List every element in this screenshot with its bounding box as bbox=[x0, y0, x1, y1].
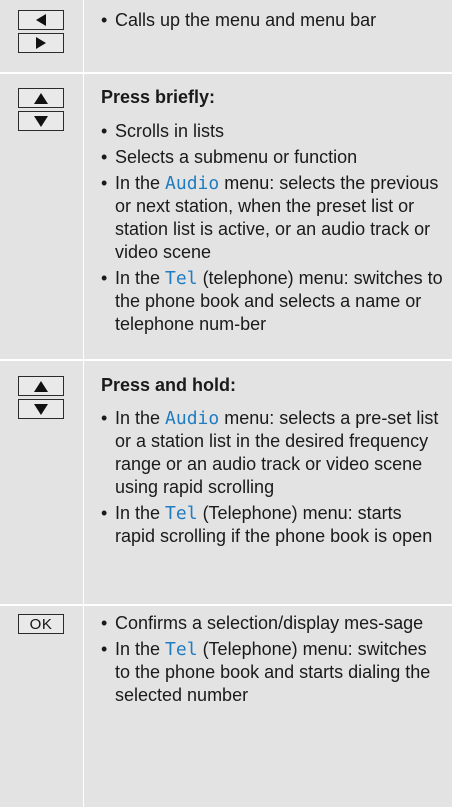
right-arrow-icon bbox=[18, 33, 64, 53]
menu-name: Tel bbox=[165, 639, 198, 660]
bullet-list: Confirms a selection/display mes-sage In… bbox=[101, 612, 444, 707]
left-arrow-icon bbox=[18, 10, 64, 30]
down-arrow-icon bbox=[18, 111, 64, 131]
bullet-list: In the Audio menu: selects a pre-set lis… bbox=[101, 407, 444, 548]
bullet-list: Scrolls in lists Selects a submenu or fu… bbox=[101, 120, 444, 336]
menu-name: Tel bbox=[165, 268, 198, 289]
key-function-table: Calls up the menu and menu bar Press bri… bbox=[0, 0, 452, 807]
item-text: Selects a submenu or function bbox=[115, 147, 358, 167]
list-item: Calls up the menu and menu bar bbox=[101, 9, 444, 32]
list-item: In the Tel (telephone) menu: switches to… bbox=[101, 267, 444, 336]
list-item: Scrolls in lists bbox=[101, 120, 444, 143]
item-text: Scrolls in lists bbox=[115, 121, 225, 141]
list-item: In the Tel (Telephone) menu: switches to… bbox=[101, 638, 444, 707]
row-ok: OK Confirms a selection/display mes-sage… bbox=[0, 606, 452, 807]
item-text: In the bbox=[115, 173, 166, 193]
row-left-right: Calls up the menu and menu bar bbox=[0, 0, 452, 72]
list-item: In the Tel (Telephone) menu: starts rapi… bbox=[101, 502, 444, 548]
key-column: OK bbox=[0, 606, 83, 807]
list-item: Selects a submenu or function bbox=[101, 146, 444, 169]
row-content: Confirms a selection/display mes-sage In… bbox=[101, 612, 444, 707]
up-arrow-icon bbox=[18, 376, 64, 396]
list-item: In the Audio menu: selects a pre-set lis… bbox=[101, 407, 444, 499]
down-arrow-icon bbox=[18, 399, 64, 419]
column-divider bbox=[83, 74, 84, 359]
row-content: Press briefly: Scrolls in lists Selects … bbox=[101, 86, 444, 336]
item-text: In the bbox=[115, 268, 166, 288]
row-content: Calls up the menu and menu bar bbox=[101, 9, 444, 32]
row-press-briefly: Press briefly: Scrolls in lists Selects … bbox=[0, 74, 452, 359]
menu-name: Audio bbox=[165, 408, 220, 429]
column-divider bbox=[83, 361, 84, 604]
row-press-and-hold: Press and hold: In the Audio menu: selec… bbox=[0, 361, 452, 604]
row-content: Press and hold: In the Audio menu: selec… bbox=[101, 374, 444, 548]
key-column bbox=[0, 361, 83, 604]
key-column bbox=[0, 74, 83, 359]
key-column bbox=[0, 0, 83, 72]
menu-name: Tel bbox=[165, 503, 198, 524]
column-divider bbox=[83, 606, 84, 807]
ok-key-label: OK bbox=[29, 615, 53, 633]
menu-name: Audio bbox=[165, 173, 220, 194]
item-text: Confirms a selection/display mes-sage bbox=[115, 613, 424, 633]
up-arrow-icon bbox=[18, 88, 64, 108]
list-item: Confirms a selection/display mes-sage bbox=[101, 612, 444, 635]
section-heading: Press and hold: bbox=[101, 375, 237, 395]
ok-button-icon: OK bbox=[18, 614, 64, 634]
bullet-list: Calls up the menu and menu bar bbox=[101, 9, 444, 32]
column-divider bbox=[83, 0, 84, 72]
item-text: In the bbox=[115, 639, 166, 659]
item-text: In the bbox=[115, 503, 166, 523]
item-text: Calls up the menu and menu bar bbox=[115, 10, 377, 30]
list-item: In the Audio menu: selects the previous … bbox=[101, 172, 444, 264]
item-text: In the bbox=[115, 408, 166, 428]
section-heading: Press briefly: bbox=[101, 87, 216, 107]
